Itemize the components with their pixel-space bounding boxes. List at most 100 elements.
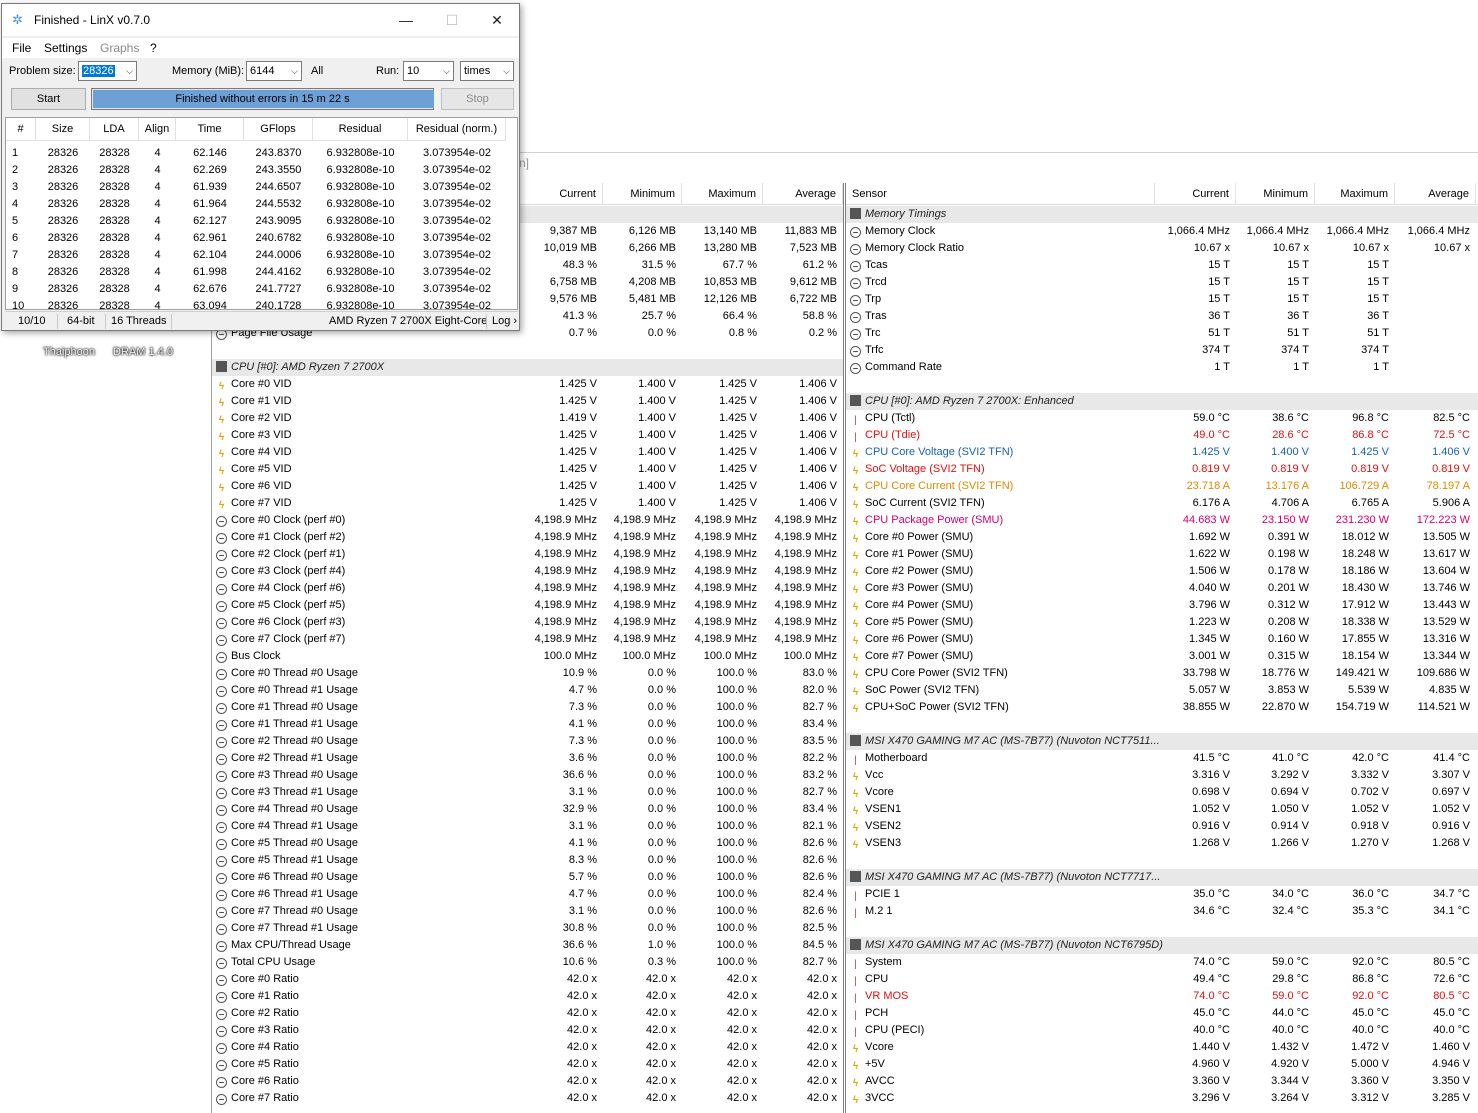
sensor-group-header[interactable]: CPU [#0]: AMD Ryzen 7 2700X <box>212 359 843 376</box>
sensor-row[interactable]: − Core #3 Thread #0 Usage 36.6 % 0.0 % 100.0… <box>212 767 843 784</box>
sensor-row[interactable]: − Core #2 Clock (perf #1) 4,198.9 MHz 4,198… <box>212 546 843 563</box>
column-header[interactable]: Time <box>176 118 244 141</box>
sensor-row[interactable]: ϟ Core #2 VID 1.419 V 1.400 V 1.425 V 1.406 V <box>212 410 843 427</box>
run-count-combo[interactable]: 10 ⌵ <box>403 61 454 81</box>
table-row[interactable]: 6 28326 28328 4 62.961 240.6782 6.932808e-10 3.… <box>6 230 517 247</box>
menu-file[interactable]: File <box>12 41 31 55</box>
run-unit-combo[interactable]: times ⌵ <box>460 61 514 81</box>
sensor-row[interactable]: ϟ AVCC 3.360 V 3.344 V 3.360 V 3.350 V <box>846 1073 1478 1090</box>
sensor-row[interactable]: − Core #1 Ratio 42.0 x 42.0 x 42.0 x 42.0 x <box>212 988 843 1005</box>
sensor-row[interactable]: − Tcas 15 T 15 T 15 T <box>846 257 1478 274</box>
sensor-group-header[interactable]: Memory Timings <box>846 206 1478 223</box>
sensor-row[interactable]: ϟ Vcore 0.698 V 0.694 V 0.702 V 0.697 V <box>846 784 1478 801</box>
stop-button[interactable]: Stop <box>441 88 514 110</box>
column-header[interactable]: # <box>6 118 36 141</box>
sensor-row[interactable]: − Core #7 Clock (perf #7) 4,198.9 MHz 4,198… <box>212 631 843 648</box>
table-row[interactable]: 1 28326 28328 4 62.146 243.8370 6.932808e-10 3.… <box>6 145 517 162</box>
sensor-row[interactable]: − Tras 36 T 36 T 36 T <box>846 308 1478 325</box>
sensor-row[interactable]: | CPU (Tctl) 59.0 °C 38.6 °C 96.8 °C 82.5 °C <box>846 410 1478 427</box>
column-header[interactable]: Minimum <box>603 183 682 205</box>
menu-settings[interactable]: Settings <box>44 41 87 55</box>
table-row[interactable]: 3 28326 28328 4 61.939 244.6507 6.932808e-10 3.… <box>6 179 517 196</box>
sensor-row[interactable]: | M.2 1 34.6 °C 32.4 °C 35.3 °C 34.1 °C <box>846 903 1478 920</box>
table-row[interactable]: 7 28326 28328 4 62.104 244.0006 6.932808e-10 3.… <box>6 247 517 264</box>
sensor-row[interactable]: − Max CPU/Thread Usage 36.6 % 1.0 % 100.0 % 8… <box>212 937 843 954</box>
column-header[interactable]: Minimum <box>1236 183 1315 205</box>
close-button[interactable]: ✕ <box>474 8 520 32</box>
sensor-row[interactable]: − Core #0 Ratio 42.0 x 42.0 x 42.0 x 42.0 x <box>212 971 843 988</box>
sensor-group-header[interactable]: MSI X470 GAMING M7 AC (MS-7B77) (Nuvoton… <box>846 937 1478 954</box>
table-row[interactable]: 5 28326 28328 4 62.127 243.9095 6.932808e-10 3.… <box>6 213 517 230</box>
sensor-row[interactable]: − Core #4 Thread #1 Usage 3.1 % 0.0 % 100.0 … <box>212 818 843 835</box>
sensor-row[interactable]: − Core #6 Ratio 42.0 x 42.0 x 42.0 x 42.0 x <box>212 1073 843 1090</box>
column-header[interactable]: Average <box>763 183 843 205</box>
sensor-row[interactable]: ϟ Core #0 VID 1.425 V 1.400 V 1.425 V 1.406 V <box>212 376 843 393</box>
sensor-row[interactable]: − Trcd 15 T 15 T 15 T <box>846 274 1478 291</box>
sensor-row[interactable]: ϟ CPU Core Voltage (SVI2 TFN) 1.425 V 1.400… <box>846 444 1478 461</box>
column-header[interactable]: Sensor <box>846 183 1155 205</box>
sensor-row[interactable]: − Trp 15 T 15 T 15 T <box>846 291 1478 308</box>
sensor-row[interactable]: − Core #6 Clock (perf #3) 4,198.9 MHz 4,198… <box>212 614 843 631</box>
sensor-row[interactable]: − Core #2 Thread #0 Usage 7.3 % 0.0 % 100.0 … <box>212 733 843 750</box>
table-row[interactable]: 9 28326 28328 4 62.676 241.7727 6.932808e-10 3.… <box>6 281 517 298</box>
sensor-row[interactable]: − Core #4 Ratio 42.0 x 42.0 x 42.0 x 42.0 x <box>212 1039 843 1056</box>
column-header[interactable]: Average <box>1395 183 1476 205</box>
table-row[interactable]: 2 28326 28328 4 62.269 243.3550 6.932808e-10 3.… <box>6 162 517 179</box>
table-row[interactable]: 8 28326 28328 4 61.998 244.4162 6.932808e-10 3.… <box>6 264 517 281</box>
sensor-row[interactable]: | CPU (PECI) 40.0 °C 40.0 °C 40.0 °C 40.0 °C <box>846 1022 1478 1039</box>
table-row[interactable]: 4 28326 28328 4 61.964 244.5532 6.932808e-10 3.… <box>6 196 517 213</box>
sensor-row[interactable]: − Core #1 Thread #1 Usage 4.1 % 0.0 % 100.0 … <box>212 716 843 733</box>
sensor-row[interactable]: ϟ Core #7 Power (SMU) 3.001 W 0.315 W 18.154… <box>846 648 1478 665</box>
sensor-row[interactable]: ϟ SoC Voltage (SVI2 TFN) 0.819 V 0.819 V 0.8… <box>846 461 1478 478</box>
sensor-row[interactable]: − Core #7 Ratio 42.0 x 42.0 x 42.0 x 42.0 x <box>212 1090 843 1107</box>
sensor-row[interactable]: − Core #1 Clock (perf #2) 4,198.9 MHz 4,198… <box>212 529 843 546</box>
sensor-row[interactable]: − Core #5 Thread #0 Usage 4.1 % 0.0 % 100.0 … <box>212 835 843 852</box>
sensor-row[interactable]: ϟ CPU Core Power (SVI2 TFN) 33.798 W 18.776… <box>846 665 1478 682</box>
sensor-row[interactable]: − Command Rate 1 T 1 T 1 T <box>846 359 1478 376</box>
sensor-row[interactable]: ϟ VSEN3 1.268 V 1.266 V 1.270 V 1.268 V <box>846 835 1478 852</box>
sensor-row[interactable]: − Core #4 Clock (perf #6) 4,198.9 MHz 4,198… <box>212 580 843 597</box>
sensor-row[interactable]: ϟ Core #4 VID 1.425 V 1.400 V 1.425 V 1.406 V <box>212 444 843 461</box>
column-header[interactable]: Size <box>36 118 90 141</box>
sensor-row[interactable]: | VR MOS 74.0 °C 59.0 °C 92.0 °C 80.5 °C <box>846 988 1478 1005</box>
sensor-row[interactable]: − Core #1 Thread #0 Usage 7.3 % 0.0 % 100.0 … <box>212 699 843 716</box>
sensor-group-header[interactable]: MSI X470 GAMING M7 AC (MS-7B77) (Nuvoton… <box>846 733 1478 750</box>
memory-combo[interactable]: 6144 ⌵ <box>246 61 302 81</box>
sensor-row[interactable]: ϟ 3VCC 3.296 V 3.264 V 3.312 V 3.285 V <box>846 1090 1478 1107</box>
sensor-row[interactable]: ϟ +5V 4.960 V 4.920 V 5.000 V 4.946 V <box>846 1056 1478 1073</box>
sensor-row[interactable]: − Core #0 Clock (perf #0) 4,198.9 MHz 4,198… <box>212 512 843 529</box>
column-header[interactable]: GFlops <box>244 118 313 141</box>
sensor-row[interactable]: ϟ Core #3 VID 1.425 V 1.400 V 1.425 V 1.406 V <box>212 427 843 444</box>
sensor-row[interactable]: − Core #3 Ratio 42.0 x 42.0 x 42.0 x 42.0 x <box>212 1022 843 1039</box>
sensor-group-header[interactable]: CPU [#0]: AMD Ryzen 7 2700X: Enhanced <box>846 393 1478 410</box>
sensor-row[interactable]: − Core #2 Ratio 42.0 x 42.0 x 42.0 x 42.0 x <box>212 1005 843 1022</box>
sensor-row[interactable]: ϟ Core #3 Power (SMU) 4.040 W 0.201 W 18.430… <box>846 580 1478 597</box>
column-header[interactable]: Residual (norm.) <box>408 118 506 141</box>
log-button[interactable]: Log › <box>492 315 517 327</box>
column-header[interactable]: Residual <box>313 118 408 141</box>
sensor-row[interactable]: ϟ CPU Package Power (SMU) 44.683 W 23.150 W… <box>846 512 1478 529</box>
sensor-row[interactable]: ϟ Core #6 VID 1.425 V 1.400 V 1.425 V 1.406 V <box>212 478 843 495</box>
sensor-row[interactable]: − Core #5 Ratio 42.0 x 42.0 x 42.0 x 42.0 x <box>212 1056 843 1073</box>
sensor-row[interactable]: − Core #6 Thread #1 Usage 4.7 % 0.0 % 100.0 … <box>212 886 843 903</box>
sensor-row[interactable]: − Core #0 Thread #0 Usage 10.9 % 0.0 % 100.0… <box>212 665 843 682</box>
sensor-row[interactable]: ϟ Core #0 Power (SMU) 1.692 W 0.391 W 18.012… <box>846 529 1478 546</box>
sensor-row[interactable]: − Trfc 374 T 374 T 374 T <box>846 342 1478 359</box>
sensor-row[interactable]: ϟ Core #4 Power (SMU) 3.796 W 0.312 W 17.912… <box>846 597 1478 614</box>
column-header[interactable]: Maximum <box>682 183 763 205</box>
sensor-row[interactable]: − Core #0 Thread #1 Usage 4.7 % 0.0 % 100.0 … <box>212 682 843 699</box>
sensor-row[interactable]: − Core #4 Thread #0 Usage 32.9 % 0.0 % 100.0… <box>212 801 843 818</box>
sensor-row[interactable]: − Memory Clock 1,066.4 MHz 1,066.4 MHz 1,066… <box>846 223 1478 240</box>
sensor-row[interactable]: ϟ CPU Core Current (SVI2 TFN) 23.718 A 13.1… <box>846 478 1478 495</box>
menu-help[interactable]: ? <box>150 41 157 55</box>
sensor-row[interactable]: ϟ SoC Power (SVI2 TFN) 5.057 W 3.853 W 5.539… <box>846 682 1478 699</box>
sensor-row[interactable]: | Motherboard 41.5 °C 41.0 °C 42.0 °C 41.4 °C <box>846 750 1478 767</box>
problem-size-combo[interactable]: 28326 ⌵ <box>78 61 137 81</box>
maximize-button[interactable]: ☐ <box>429 8 475 32</box>
sensor-row[interactable]: ϟ SoC Current (SVI2 TFN) 6.176 A 4.706 A 6.7… <box>846 495 1478 512</box>
sensor-row[interactable]: ϟ Core #5 VID 1.425 V 1.400 V 1.425 V 1.406 V <box>212 461 843 478</box>
sensor-row[interactable]: ϟ Core #5 Power (SMU) 1.223 W 0.208 W 18.338… <box>846 614 1478 631</box>
start-button[interactable]: Start <box>11 88 86 110</box>
sensor-row[interactable]: − Trc 51 T 51 T 51 T <box>846 325 1478 342</box>
all-memory-link[interactable]: All <box>311 65 323 77</box>
